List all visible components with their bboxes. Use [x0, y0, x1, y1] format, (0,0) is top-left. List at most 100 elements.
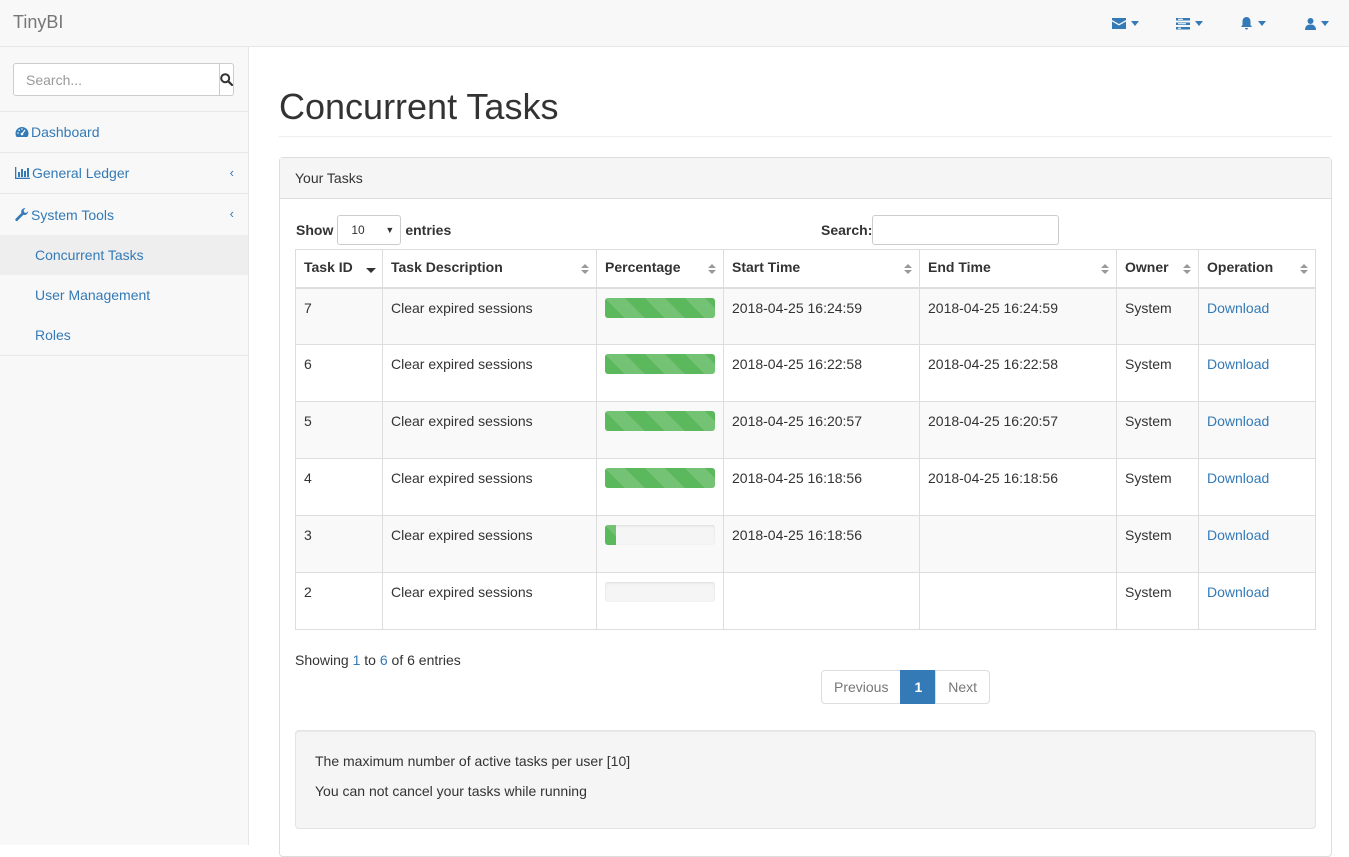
sidebar-search-group — [13, 63, 234, 96]
col-header-start-time[interactable]: Start Time — [723, 249, 920, 289]
progress-bar-track — [605, 354, 715, 374]
sidebar-item-general-ledger[interactable]: General Ledger ‹ — [0, 153, 248, 194]
sidebar-search — [0, 47, 248, 112]
note-cancel: You can not cancel your tasks while runn… — [315, 783, 587, 799]
user-icon — [1305, 17, 1316, 30]
col-header-description[interactable]: Task Description — [382, 249, 597, 289]
main-content: Concurrent Tasks Your Tasks Show 10 ▼ en… — [249, 47, 1349, 857]
col-header-label: Task Description — [391, 259, 503, 275]
col-header-label: Operation — [1207, 259, 1274, 275]
cell-start-time: 2018-04-25 16:24:59 — [723, 287, 920, 345]
col-header-operation[interactable]: Operation — [1198, 249, 1316, 289]
col-header-label: Percentage — [605, 259, 681, 275]
sidebar-subitem-user-management[interactable]: User Management — [0, 275, 248, 315]
pagination-page-1[interactable]: 1 — [900, 670, 937, 704]
pagination-previous[interactable]: Previous — [821, 670, 902, 704]
cell-owner: System — [1116, 344, 1199, 402]
entries-label: entries — [405, 222, 452, 238]
cell-end-time — [919, 572, 1117, 630]
cell-owner: System — [1116, 515, 1199, 573]
user-dropdown[interactable] — [1285, 0, 1349, 47]
system-tools-submenu: Concurrent Tasks User Management Roles — [0, 235, 248, 356]
brand-logo[interactable]: TinyBI — [13, 12, 63, 33]
cell-percentage — [596, 458, 724, 516]
page-header: Concurrent Tasks — [279, 87, 1332, 137]
cell-description: Clear expired sessions — [382, 458, 597, 516]
cell-owner: System — [1116, 572, 1199, 630]
cell-description: Clear expired sessions — [382, 287, 597, 345]
cell-owner: System — [1116, 287, 1199, 345]
sort-icon — [1101, 264, 1109, 274]
progress-bar-fill — [605, 468, 715, 488]
download-link[interactable]: Download — [1207, 356, 1269, 372]
search-icon — [220, 73, 233, 86]
col-header-label: End Time — [928, 259, 991, 275]
cell-task-id: 2 — [295, 572, 383, 630]
entries-length: Show 10 ▼ entries — [296, 215, 451, 245]
col-header-label: Start Time — [732, 259, 801, 275]
table-info: Showing 1 to 6 of 6 entries — [295, 652, 461, 668]
cell-end-time — [919, 515, 1117, 573]
alerts-dropdown[interactable] — [1221, 0, 1285, 47]
info-prefix: Showing — [295, 652, 353, 668]
cell-task-id: 5 — [295, 401, 383, 459]
sidebar: Dashboard General Ledger ‹ System Tools … — [0, 47, 249, 845]
chevron-left-icon: ‹ — [229, 206, 234, 221]
info-suffix: of 6 entries — [387, 652, 461, 668]
sidebar-subitem-roles[interactable]: Roles — [0, 315, 248, 355]
col-header-label: Owner — [1125, 259, 1169, 275]
col-header-owner[interactable]: Owner — [1116, 249, 1199, 289]
cell-operation: Download — [1198, 401, 1316, 459]
entries-select[interactable]: 10 ▼ — [337, 215, 402, 245]
table-row: 7 Clear expired sessions 2018-04-25 16:24:… — [295, 287, 1316, 345]
table-search-input[interactable] — [872, 215, 1060, 245]
col-header-task-id[interactable]: Task ID — [295, 249, 383, 289]
cell-percentage — [596, 344, 724, 402]
progress-bar-fill — [605, 525, 616, 545]
download-link[interactable]: Download — [1207, 527, 1269, 543]
tasks-dropdown[interactable] — [1157, 0, 1221, 47]
cell-description: Clear expired sessions — [382, 401, 597, 459]
sidebar-subitem-concurrent-tasks[interactable]: Concurrent Tasks — [0, 235, 248, 275]
cell-owner: System — [1116, 458, 1199, 516]
table-row: 5 Clear expired sessions 2018-04-25 16:20:… — [295, 401, 1316, 459]
sidebar-item-system-tools[interactable]: System Tools ‹ — [0, 194, 248, 235]
progress-bar-fill — [605, 354, 715, 374]
progress-bar-track — [605, 297, 715, 318]
cell-end-time: 2018-04-25 16:22:58 — [919, 344, 1117, 402]
col-header-percentage[interactable]: Percentage — [596, 249, 724, 289]
progress-bar-fill — [605, 411, 715, 431]
cell-description: Clear expired sessions — [382, 572, 597, 630]
info-middle: to — [360, 652, 380, 668]
sidebar-search-input[interactable] — [13, 63, 220, 96]
pagination: Previous 1 Next — [821, 670, 991, 704]
download-link[interactable]: Download — [1207, 584, 1269, 600]
bell-icon — [1241, 17, 1252, 30]
bar-chart-icon — [15, 167, 30, 179]
caret-down-icon — [1258, 21, 1266, 26]
download-link[interactable]: Download — [1207, 300, 1269, 316]
cell-percentage — [596, 401, 724, 459]
cell-operation: Download — [1198, 344, 1316, 402]
sidebar-search-button[interactable] — [220, 63, 234, 96]
sidebar-item-label: System Tools — [31, 206, 114, 223]
col-header-end-time[interactable]: End Time — [919, 249, 1117, 289]
messages-dropdown[interactable] — [1093, 0, 1157, 47]
chevron-left-icon: ‹ — [229, 165, 234, 180]
download-link[interactable]: Download — [1207, 413, 1269, 429]
download-link[interactable]: Download — [1207, 470, 1269, 486]
table-body: 7 Clear expired sessions 2018-04-25 16:24:… — [295, 287, 1316, 630]
entries-select-value: 10 — [351, 223, 365, 237]
tasks-table: Task ID Task Description Percentage Star… — [295, 249, 1316, 630]
sort-icon — [708, 264, 716, 274]
cell-start-time: 2018-04-25 16:20:57 — [723, 401, 920, 459]
sidebar-item-dashboard[interactable]: Dashboard — [0, 112, 248, 153]
cell-task-id: 7 — [295, 287, 383, 345]
sort-desc-icon — [366, 268, 376, 273]
dashboard-icon — [15, 127, 29, 137]
notes-well: The maximum number of active tasks per u… — [295, 730, 1316, 829]
cell-start-time: 2018-04-25 16:18:56 — [723, 515, 920, 573]
note-max-tasks: The maximum number of active tasks per u… — [315, 753, 631, 769]
pagination-next[interactable]: Next — [935, 670, 991, 704]
cell-description: Clear expired sessions — [382, 344, 597, 402]
